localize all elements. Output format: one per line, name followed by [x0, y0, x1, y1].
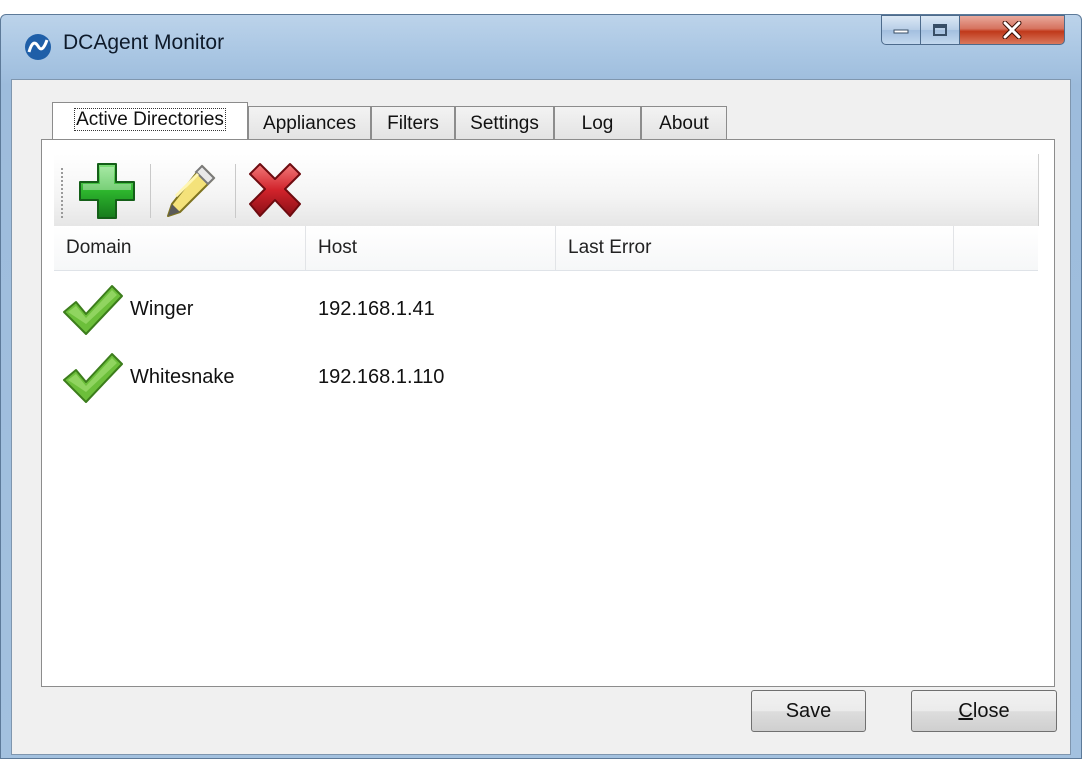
toolbar-grip[interactable]	[61, 168, 63, 218]
column-header-last-error[interactable]: Last Error	[556, 226, 954, 270]
delete-button[interactable]	[242, 160, 308, 222]
checkmark-icon	[63, 353, 123, 403]
column-header-host[interactable]: Host	[306, 226, 556, 270]
close-label-rest: lose	[972, 700, 1010, 722]
close-button[interactable]: Close	[911, 690, 1057, 732]
close-mnemonic: C	[958, 700, 973, 722]
minimize-button[interactable]	[881, 15, 921, 45]
title-bar[interactable]: DCAgent Monitor	[1, 15, 1081, 79]
window-title: DCAgent Monitor	[63, 31, 225, 54]
tab-active-directories[interactable]: Active Directories	[52, 102, 248, 139]
close-icon	[1002, 21, 1022, 39]
toolbar-separator	[235, 164, 236, 218]
table-row[interactable]: Winger 192.168.1.41	[54, 278, 1038, 340]
app-logo-icon	[25, 34, 51, 60]
cell-domain: Winger	[130, 298, 194, 320]
column-header-domain[interactable]: Domain	[54, 226, 306, 270]
tab-settings[interactable]: Settings	[455, 106, 554, 139]
maximize-button[interactable]	[920, 15, 960, 45]
save-button[interactable]: Save	[751, 690, 866, 732]
toolbar	[54, 154, 1039, 226]
cell-domain: Whitesnake	[130, 366, 235, 388]
table-header: Domain Host Last Error	[54, 226, 1038, 271]
table-row[interactable]: Whitesnake 192.168.1.110	[54, 346, 1038, 408]
column-header-filler	[954, 226, 1038, 270]
tab-filters[interactable]: Filters	[371, 106, 455, 139]
tab-about[interactable]: About	[641, 106, 727, 139]
tab-label: About	[659, 113, 709, 134]
tab-panel-active-directories: Domain Host Last Error Winger 192.168.1.…	[41, 139, 1055, 687]
toolbar-separator	[150, 164, 151, 218]
add-icon	[79, 163, 135, 219]
checkmark-icon	[63, 285, 123, 335]
close-label: Close	[958, 700, 1009, 722]
cell-host: 192.168.1.110	[318, 366, 445, 388]
delete-icon	[249, 163, 301, 217]
maximize-icon	[933, 24, 947, 36]
tab-label: Active Directories	[74, 108, 226, 131]
tab-label: Settings	[470, 113, 539, 134]
tab-appliances[interactable]: Appliances	[248, 106, 371, 139]
app-window: DCAgent Monitor Active Directories Appli…	[0, 14, 1082, 759]
tab-label: Appliances	[263, 113, 356, 134]
tab-label: Log	[581, 113, 614, 134]
tab-log[interactable]: Log	[554, 106, 641, 139]
cell-host: 192.168.1.41	[318, 298, 435, 320]
minimize-icon	[893, 29, 909, 34]
close-window-button[interactable]	[959, 15, 1065, 45]
pencil-icon	[167, 164, 216, 217]
add-button[interactable]	[74, 160, 140, 222]
tab-label: Filters	[387, 113, 439, 134]
edit-button[interactable]	[158, 160, 224, 222]
